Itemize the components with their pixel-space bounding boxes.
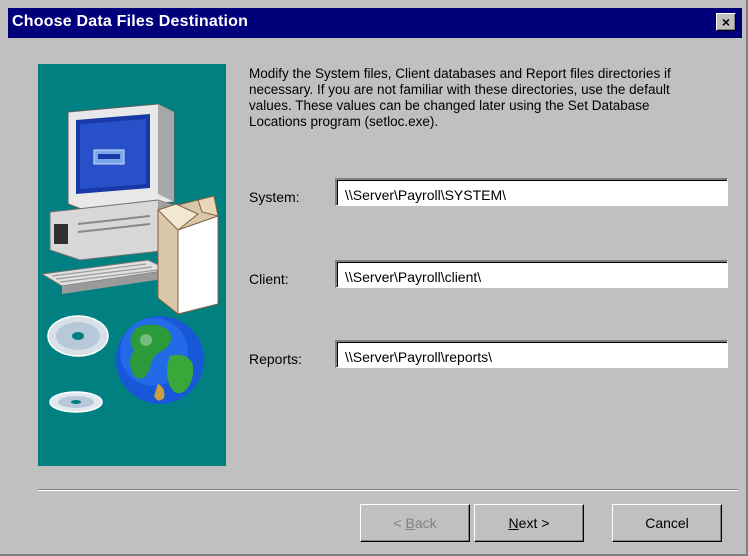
next-suffix: > <box>537 515 550 531</box>
system-path-input[interactable] <box>335 178 728 206</box>
window-title: Choose Data Files Destination <box>12 13 249 30</box>
back-mnemonic: B <box>405 515 415 531</box>
next-label-rest: ext <box>518 515 538 531</box>
back-button[interactable]: < Back <box>360 504 470 542</box>
button-separator <box>38 489 738 491</box>
close-icon: × <box>721 14 731 30</box>
next-button[interactable]: Next > <box>474 504 584 542</box>
reports-path-input[interactable] <box>335 340 728 368</box>
close-button[interactable]: × <box>716 13 736 31</box>
reports-label: Reports: <box>249 351 302 367</box>
system-label: System: <box>249 189 300 205</box>
computer-icon <box>40 103 219 315</box>
setup-dialog: Choose Data Files Destination × Modify t… <box>0 0 748 556</box>
client-path-input[interactable] <box>335 260 728 288</box>
title-bar[interactable]: Choose Data Files Destination × <box>8 8 742 38</box>
computer-globe-illustration <box>40 103 219 413</box>
client-label: Client: <box>249 271 289 287</box>
next-mnemonic: N <box>508 515 519 531</box>
back-prefix: < <box>393 515 406 531</box>
instructions-text: Modify the System files, Client database… <box>249 66 671 129</box>
setup-illustration <box>38 64 226 466</box>
cancel-button[interactable]: Cancel <box>612 504 722 542</box>
back-label-rest: ack <box>414 515 437 531</box>
cd-disc-icon <box>47 315 109 413</box>
cancel-label: Cancel <box>645 515 689 531</box>
globe-icon <box>116 316 204 404</box>
